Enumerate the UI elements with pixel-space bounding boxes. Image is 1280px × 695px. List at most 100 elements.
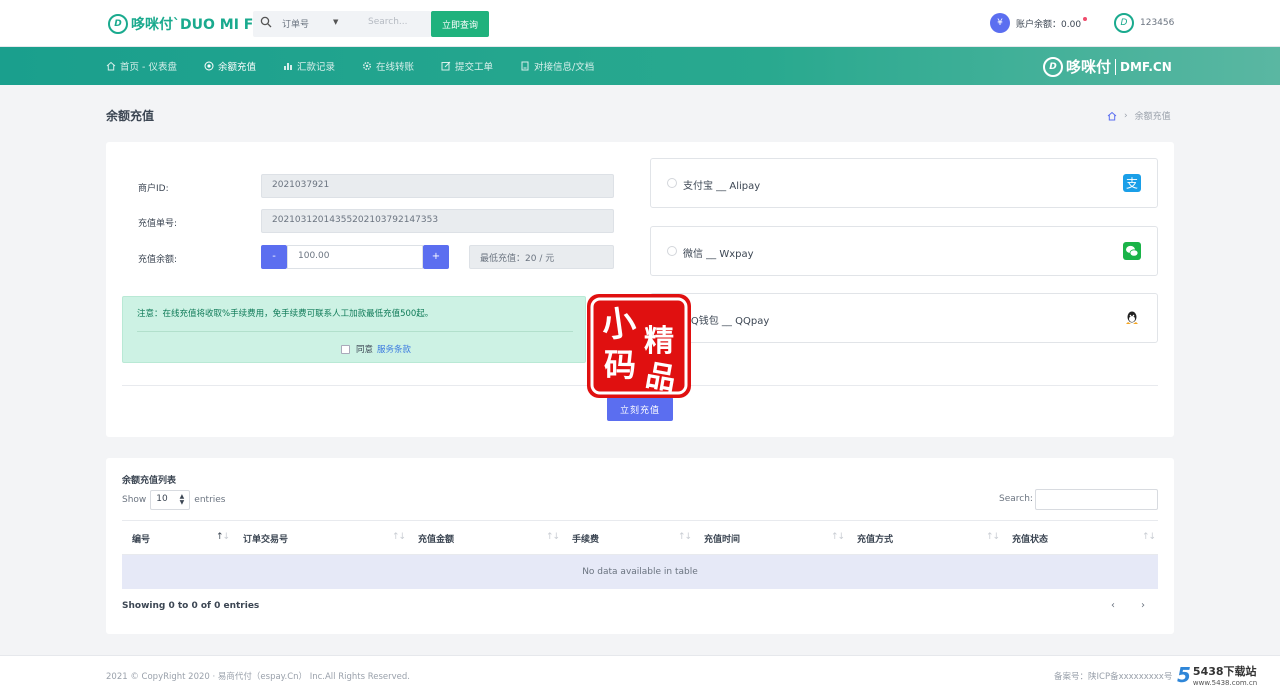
avatar: D xyxy=(1114,13,1134,33)
agree-checkbox[interactable] xyxy=(341,344,350,354)
search-bar: 订单号 ▼ Search... xyxy=(253,11,431,37)
notice-divider xyxy=(137,331,573,332)
payment-option-wxpay[interactable]: 微信 __ Wxpay xyxy=(650,226,1158,276)
page-size-select[interactable]: 10 ▲ ▼ xyxy=(150,490,191,510)
payment-option-qqpay[interactable]: QQ钱包 __ QQpay xyxy=(650,293,1158,343)
chart-icon xyxy=(283,63,292,70)
watermark-url: www.5438.com.cn xyxy=(1192,679,1258,687)
agree-label: 同意 xyxy=(356,345,374,355)
brand-cn: 哆咪付 xyxy=(1066,58,1112,76)
nav-item-transfer[interactable]: 在线转账 xyxy=(362,59,414,73)
table-search-input[interactable] xyxy=(1035,489,1158,510)
sort-icon[interactable]: ↑↓ xyxy=(678,532,692,542)
svg-text:码: 码 xyxy=(604,346,636,384)
nav-label: 余额充值 xyxy=(217,62,256,73)
sort-icon[interactable]: ↑↓ xyxy=(392,532,406,542)
brand-logo: D 哆咪付 DMF.CN xyxy=(1043,56,1172,77)
merchant-id-label: 商户ID: xyxy=(138,184,169,194)
doc-icon xyxy=(521,61,529,71)
nav-item-docs[interactable]: 对接信息/文档 xyxy=(520,59,594,73)
copyright-text: 2021 © CopyRight 2020 · 易商代付（espay.Cn） I… xyxy=(106,672,411,682)
agree-row: 同意 服务条款 xyxy=(341,343,411,355)
top-bar: D 哆咪付`DUO MI FU 订单号 ▼ Search... 立即查询 ¥ 账… xyxy=(0,0,1280,47)
sort-icon[interactable]: ↑↓ xyxy=(986,532,1000,542)
svg-text:小: 小 xyxy=(599,302,638,346)
account-balance[interactable]: ¥ 账户余额：0.00 xyxy=(990,13,1088,33)
nav-item-remittance[interactable]: 汇款记录 xyxy=(283,59,335,73)
sort-icon[interactable]: ↑↓ xyxy=(831,532,845,542)
notification-dot xyxy=(1083,17,1088,21)
search-type-select[interactable]: 订单号 xyxy=(282,17,309,30)
alipay-radio[interactable] xyxy=(667,178,677,188)
search-input[interactable]: Search... xyxy=(368,17,408,27)
page-title: 余额充值 xyxy=(106,109,155,123)
column-header-order[interactable]: 订单交易号 xyxy=(243,532,288,545)
brand-badge-icon: D xyxy=(1043,56,1063,77)
svg-text:支: 支 xyxy=(1126,177,1138,191)
target-icon xyxy=(204,61,214,71)
nav-item-recharge[interactable]: 余额充值 xyxy=(204,59,256,73)
nav-label: 首页 - 仪表盘 xyxy=(120,62,177,73)
red-seal-stamp: 小 精 码 品 xyxy=(587,294,691,398)
notice-box: 注意：在线充值将收取%手续费用，免手续费可联系人工加款最低充值500起。 同意 … xyxy=(122,296,586,363)
wxpay-radio[interactable] xyxy=(667,246,677,256)
column-header-time[interactable]: 充值时间 xyxy=(704,532,740,545)
breadcrumb-current: 余额充值 xyxy=(1134,112,1171,122)
amount-input[interactable]: 100.00 xyxy=(287,245,423,269)
merchant-id-field: 2021037921 xyxy=(261,174,614,198)
amount-label: 充值余额: xyxy=(138,255,178,265)
entries-label: entries xyxy=(194,495,226,505)
footer: 2021 © CopyRight 2020 · 易商代付（espay.Cn） I… xyxy=(0,655,1280,695)
sort-asc-icon[interactable]: ↑↓ xyxy=(216,532,230,542)
nav-label: 汇款记录 xyxy=(296,62,335,73)
recharge-list-card: 余额充值列表 Show 10 ▲ ▼ entries Search: 编号 ↑↓ … xyxy=(106,458,1174,634)
user-menu[interactable]: D 123456 xyxy=(1114,13,1174,33)
icp-text: 备案号：陕ICP备xxxxxxxxx号 xyxy=(1054,672,1173,682)
svg-text:品: 品 xyxy=(643,358,679,398)
next-page-button[interactable]: › xyxy=(1141,600,1145,611)
watermark-text: 5438下载站 xyxy=(1192,665,1257,678)
gear-icon xyxy=(363,62,371,70)
search-icon xyxy=(260,16,272,28)
min-charge-field: 最低充值：20 / 元 xyxy=(469,245,614,269)
terms-link[interactable]: 服务条款 xyxy=(377,343,411,355)
home-icon[interactable] xyxy=(1107,111,1117,121)
payment-name: 支付宝 __ Alipay xyxy=(683,181,761,192)
yen-icon: ¥ xyxy=(990,13,1010,33)
column-header-method[interactable]: 充值方式 xyxy=(857,532,893,545)
column-header-amount[interactable]: 充值金额 xyxy=(418,532,454,545)
column-header-fee[interactable]: 手续费 xyxy=(572,532,599,545)
decrease-button[interactable]: - xyxy=(261,245,287,269)
nav-label: 在线转账 xyxy=(376,62,415,73)
wechat-icon xyxy=(1123,242,1141,260)
sort-icon[interactable]: ↑↓ xyxy=(1142,532,1156,542)
query-button[interactable]: 立即查询 xyxy=(431,11,489,37)
brand-divider xyxy=(1115,58,1117,75)
payment-option-alipay[interactable]: 支付宝 __ Alipay 支 xyxy=(650,158,1158,208)
notice-text: 注意：在线充值将收取%手续费用，免手续费可联系人工加款最低充值500起。 xyxy=(137,309,434,319)
table-empty-row: No data available in table xyxy=(122,555,1158,589)
table-header: 编号 ↑↓ 订单交易号 ↑↓ 充值金额 ↑↓ 手续费 ↑↓ 充值时间 ↑↓ 充值… xyxy=(122,520,1158,555)
watermark-number: 5 xyxy=(1177,663,1191,687)
table-title: 余额充值列表 xyxy=(122,476,177,486)
prev-page-button[interactable]: ‹ xyxy=(1111,600,1115,611)
table-info: Showing 0 to 0 of 0 entries xyxy=(122,601,260,611)
brand-en: DMF.CN xyxy=(1120,59,1172,74)
svg-text:精: 精 xyxy=(644,324,674,359)
watermark-logo: 5 5438下载站 www.5438.com.cn xyxy=(1177,663,1257,687)
increase-button[interactable]: + xyxy=(423,245,449,269)
payment-name: 微信 __ Wxpay xyxy=(683,249,754,260)
logo-text: 哆咪付`DUO MI FU xyxy=(131,17,265,33)
updown-icon: ▲ ▼ xyxy=(179,493,185,506)
main-nav: 首页 - 仪表盘 余额充值 汇款记录 在线转账 提交工单 对接信息/文档 D 哆… xyxy=(0,47,1280,85)
sort-icon[interactable]: ↑↓ xyxy=(546,532,560,542)
nav-item-ticket[interactable]: 提交工单 xyxy=(441,59,493,73)
qq-icon xyxy=(1126,311,1138,324)
order-number-label: 充值单号: xyxy=(138,219,178,229)
nav-item-dashboard[interactable]: 首页 - 仪表盘 xyxy=(106,59,177,73)
column-header-status[interactable]: 充值状态 xyxy=(1012,532,1048,545)
username: 123456 xyxy=(1140,18,1175,28)
breadcrumb: › 余额充值 xyxy=(1107,109,1171,122)
logo[interactable]: D 哆咪付`DUO MI FU xyxy=(108,12,265,36)
column-header-id[interactable]: 编号 xyxy=(132,532,150,545)
